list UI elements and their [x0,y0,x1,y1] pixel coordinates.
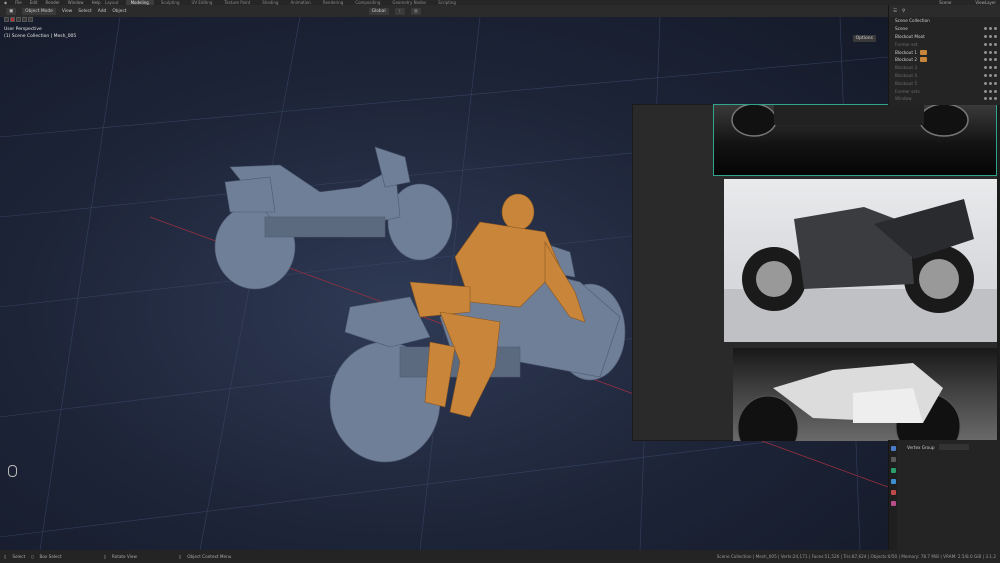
material-thumbnail [920,57,928,63]
row-visibility-icons[interactable] [984,50,997,54]
outliner-header: ☰ ⚲ [889,5,1000,17]
dark-bike-picture [731,105,969,137]
outliner-row-label: Blockout 5 [895,80,918,86]
outliner-row-label: Former sets [895,88,920,94]
outliner-row-label: Blockout 1 [895,49,918,55]
outliner-row-label: Former set [895,41,918,47]
reference-image-2[interactable] [724,179,997,342]
frame-icon[interactable] [16,17,21,22]
outliner-row[interactable]: Blockout Moat [889,33,1000,41]
viewport-header: ▣ Object Mode View Select Add Object Glo… [0,5,888,17]
outliner-row[interactable]: Former set [889,40,1000,48]
mode-dropdown[interactable]: Object Mode [22,7,56,15]
material-thumbnail [920,49,928,55]
vertex-group-field[interactable] [939,444,969,450]
viewport-tool-strip [4,17,33,22]
status-context: Object Context Menu [187,554,232,559]
properties-tab-strip [889,440,897,550]
properties-panel: Vertex Group [888,440,1000,550]
mouse-left-drag-icon: ▯ [31,554,34,559]
row-visibility-icons[interactable] [984,81,997,85]
row-visibility-icons[interactable] [984,73,997,77]
modifier-tab-icon[interactable] [890,479,896,484]
snap-icon[interactable]: ⋮ [394,7,406,15]
row-visibility-icons[interactable] [984,58,997,62]
outliner-row-label: Blockout Moat [895,33,925,39]
grid-icon[interactable] [28,17,33,22]
mouse-right-icon: ▯ [178,554,182,559]
blockout-bike-back [214,146,453,290]
outliner-row[interactable]: Blockout 3 [889,64,1000,72]
scene-stats: Scene Collection | Mesh_005 | Verts:24,1… [716,554,996,559]
orientation-dropdown[interactable]: Global [368,7,389,15]
outliner-row[interactable]: Blockout 2 [889,56,1000,64]
proportional-edit-icon[interactable]: ◎ [411,7,421,15]
tool-tab-icon[interactable] [890,446,896,451]
options-button[interactable]: Options [852,35,876,42]
outliner-row[interactable]: Window [889,95,1000,103]
render-tab-icon[interactable] [890,457,896,462]
row-visibility-icons[interactable] [984,89,997,93]
outliner-row-label: Blockout 3 [895,65,918,71]
record-icon[interactable] [10,17,15,22]
status-select: Select [12,554,26,559]
outliner-row[interactable]: Scene [889,25,1000,33]
outliner-row-label: Blockout 2 [895,57,918,63]
outliner-row-label: Blockout 4 [895,72,918,78]
status-rotate: Rotate View [111,554,137,559]
vertex-group-label: Vertex Group [907,445,935,450]
row-visibility-icons[interactable] [984,42,997,46]
object-menu[interactable]: Object [112,9,126,14]
outliner-row-label: Scene Collection [895,18,930,24]
material-tab-icon[interactable] [890,490,896,495]
outliner-editor-icon[interactable]: ☰ [893,9,897,14]
status-bar: ▯ Select ▯ Box Select ▯ Rotate View ▯ Ob… [0,550,1000,563]
mouse-middle-icon: ▯ [103,554,106,559]
select-menu[interactable]: Select [78,9,92,14]
play-icon[interactable] [4,17,9,22]
view-perspective-label: User Perspective [4,27,42,32]
outliner-panel: ☰ ⚲ Scene Collection Scene Blockout Moat… [888,5,1000,105]
object-tab-icon[interactable] [890,468,896,473]
outliner-row[interactable]: Blockout 5 [889,79,1000,87]
reference-image-1[interactable] [713,104,997,176]
row-visibility-icons[interactable] [984,27,997,31]
outliner-row-label: Scene [895,26,908,32]
mouse-icon [8,465,17,477]
silver-bike-picture [724,199,997,342]
outliner-row[interactable]: Blockout 4 [889,72,1000,80]
outliner-row[interactable]: Blockout 1 [889,48,1000,56]
outliner-row[interactable]: Former sets [889,87,1000,95]
editor-type-icon[interactable]: ▣ [6,7,17,15]
reference-image-3[interactable] [733,348,997,441]
row-visibility-icons[interactable] [984,66,997,70]
mouse-left-icon: ▯ [4,554,7,559]
row-visibility-icons[interactable] [984,34,997,38]
layer-icon[interactable] [22,17,27,22]
add-menu[interactable]: Add [98,9,107,14]
active-object-label: (1) Scene Collection | Mesh_005 [4,34,77,39]
outliner-filter-icon[interactable]: ⚲ [902,9,905,14]
view-menu[interactable]: View [62,9,72,14]
row-visibility-icons[interactable] [984,97,997,101]
white-bike-picture [737,363,961,441]
data-tab-icon[interactable] [890,501,896,506]
outliner-row-label: Window [895,96,912,102]
status-box-select: Box Select [39,554,62,559]
outliner-row[interactable]: Scene Collection [889,17,1000,25]
